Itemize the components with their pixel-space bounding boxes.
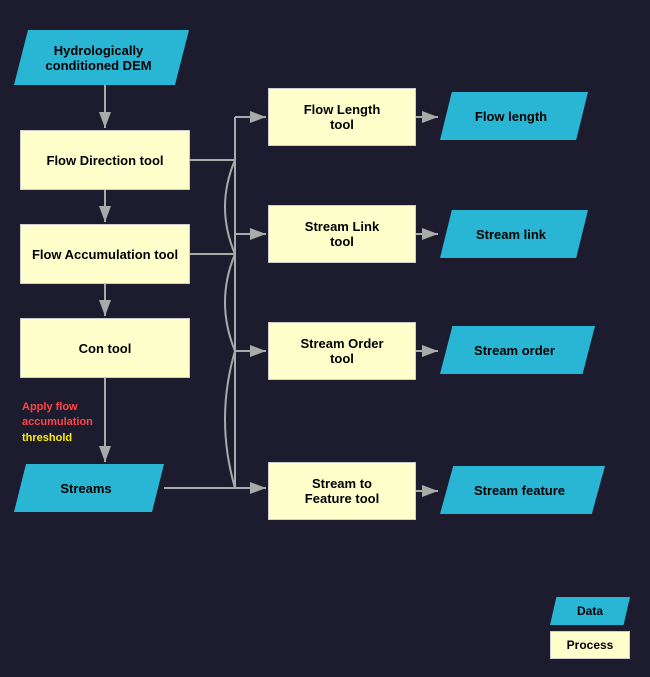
- threshold-text: Apply flowaccumulationthreshold: [22, 400, 93, 446]
- stream-feature-tool-node: Stream to Feature tool: [268, 462, 416, 520]
- stream-order-tool-node: Stream Order tool: [268, 322, 416, 380]
- streams-node: Streams: [14, 464, 164, 512]
- legend-process-item: Process: [550, 631, 630, 659]
- flow-length-tool-node: Flow Length tool: [268, 88, 416, 146]
- stream-feature-data-node: Stream feature: [440, 466, 605, 514]
- legend: Data Process: [550, 597, 630, 659]
- legend-data-box: Data: [550, 597, 630, 625]
- diagram-area: Hydrologically conditioned DEM Flow Dire…: [0, 0, 650, 677]
- stream-link-tool-node: Stream Link tool: [268, 205, 416, 263]
- dem-node: Hydrologically conditioned DEM: [14, 30, 189, 85]
- con-tool-node: Con tool: [20, 318, 190, 378]
- stream-link-data-node: Stream link: [440, 210, 588, 258]
- legend-data-item: Data: [550, 597, 630, 625]
- flow-direction-node: Flow Direction tool: [20, 130, 190, 190]
- stream-order-data-node: Stream order: [440, 326, 595, 374]
- legend-process-box: Process: [550, 631, 630, 659]
- flow-accumulation-node: Flow Accumulation tool: [20, 224, 190, 284]
- flow-length-data-node: Flow length: [440, 92, 588, 140]
